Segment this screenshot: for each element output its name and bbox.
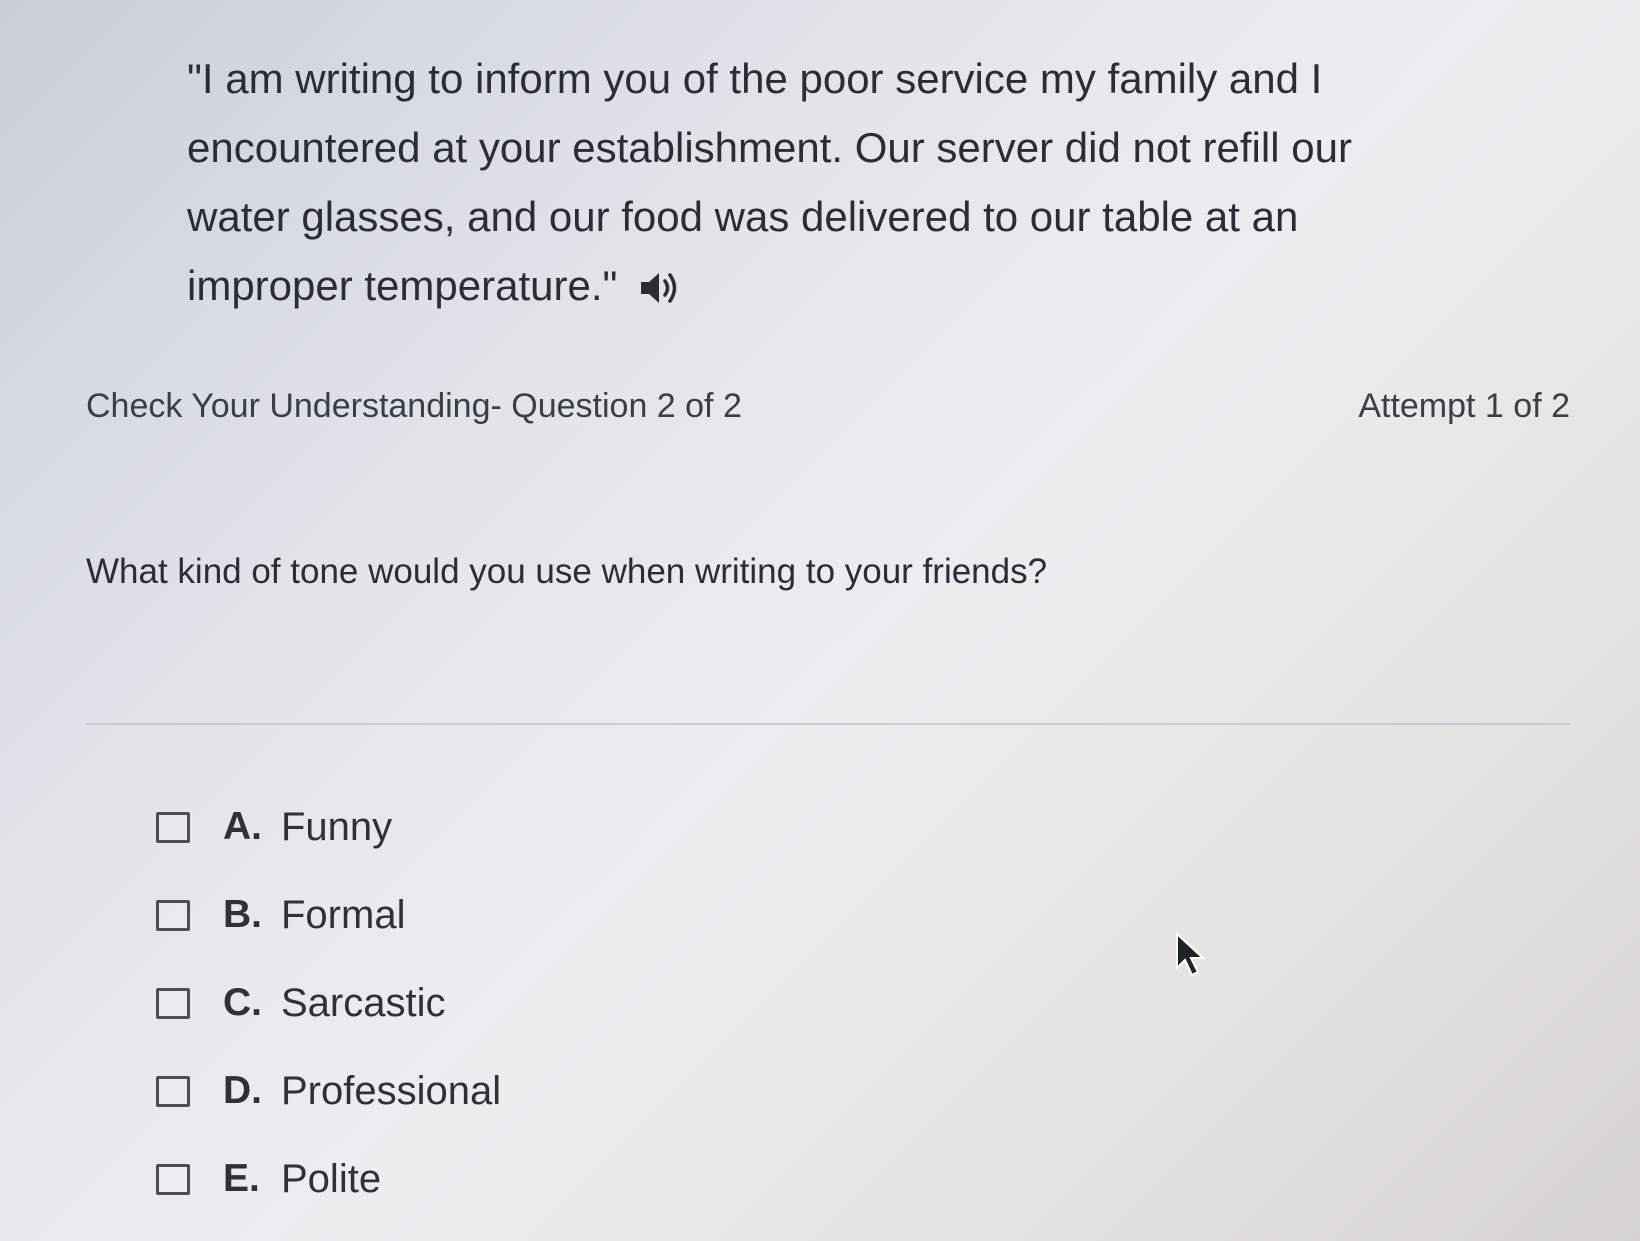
checkbox[interactable] bbox=[156, 811, 190, 843]
option-label: Funny bbox=[281, 804, 393, 849]
checkbox[interactable] bbox=[156, 1163, 190, 1195]
option-letter: A. bbox=[223, 805, 262, 848]
answer-options: A. Funny B. Formal C. Sarcastic D. Profe… bbox=[156, 783, 501, 1223]
checkbox[interactable] bbox=[156, 899, 190, 931]
option-label: Sarcastic bbox=[281, 980, 446, 1025]
checkbox[interactable] bbox=[156, 987, 190, 1019]
option-letter: C. bbox=[223, 981, 262, 1024]
passage-block: "I am writing to inform you of the poor … bbox=[187, 44, 1447, 320]
option-label: Polite bbox=[281, 1156, 382, 1201]
mouse-pointer-icon bbox=[1175, 931, 1209, 983]
speaker-icon[interactable] bbox=[639, 270, 681, 306]
divider bbox=[86, 723, 1570, 725]
question-prompt: What kind of tone would you use when wri… bbox=[86, 552, 1048, 591]
option-letter: E. bbox=[223, 1157, 260, 1200]
option-label: Professional bbox=[281, 1068, 502, 1113]
option-label: Formal bbox=[281, 892, 406, 937]
option-d[interactable]: D. Professional bbox=[156, 1047, 501, 1135]
question-header: Check Your Understanding- Question 2 of … bbox=[86, 387, 1570, 426]
option-a[interactable]: A. Funny bbox=[156, 783, 501, 871]
option-letter: B. bbox=[223, 893, 262, 936]
section-title: Check Your Understanding- Question 2 of … bbox=[86, 387, 742, 425]
attempt-counter: Attempt 1 of 2 bbox=[1358, 387, 1570, 425]
option-c[interactable]: C. Sarcastic bbox=[156, 959, 501, 1047]
passage-text: "I am writing to inform you of the poor … bbox=[187, 55, 1352, 309]
checkbox[interactable] bbox=[156, 1075, 190, 1107]
option-e[interactable]: E. Polite bbox=[156, 1135, 501, 1223]
option-b[interactable]: B. Formal bbox=[156, 871, 501, 959]
option-letter: D. bbox=[223, 1069, 262, 1112]
